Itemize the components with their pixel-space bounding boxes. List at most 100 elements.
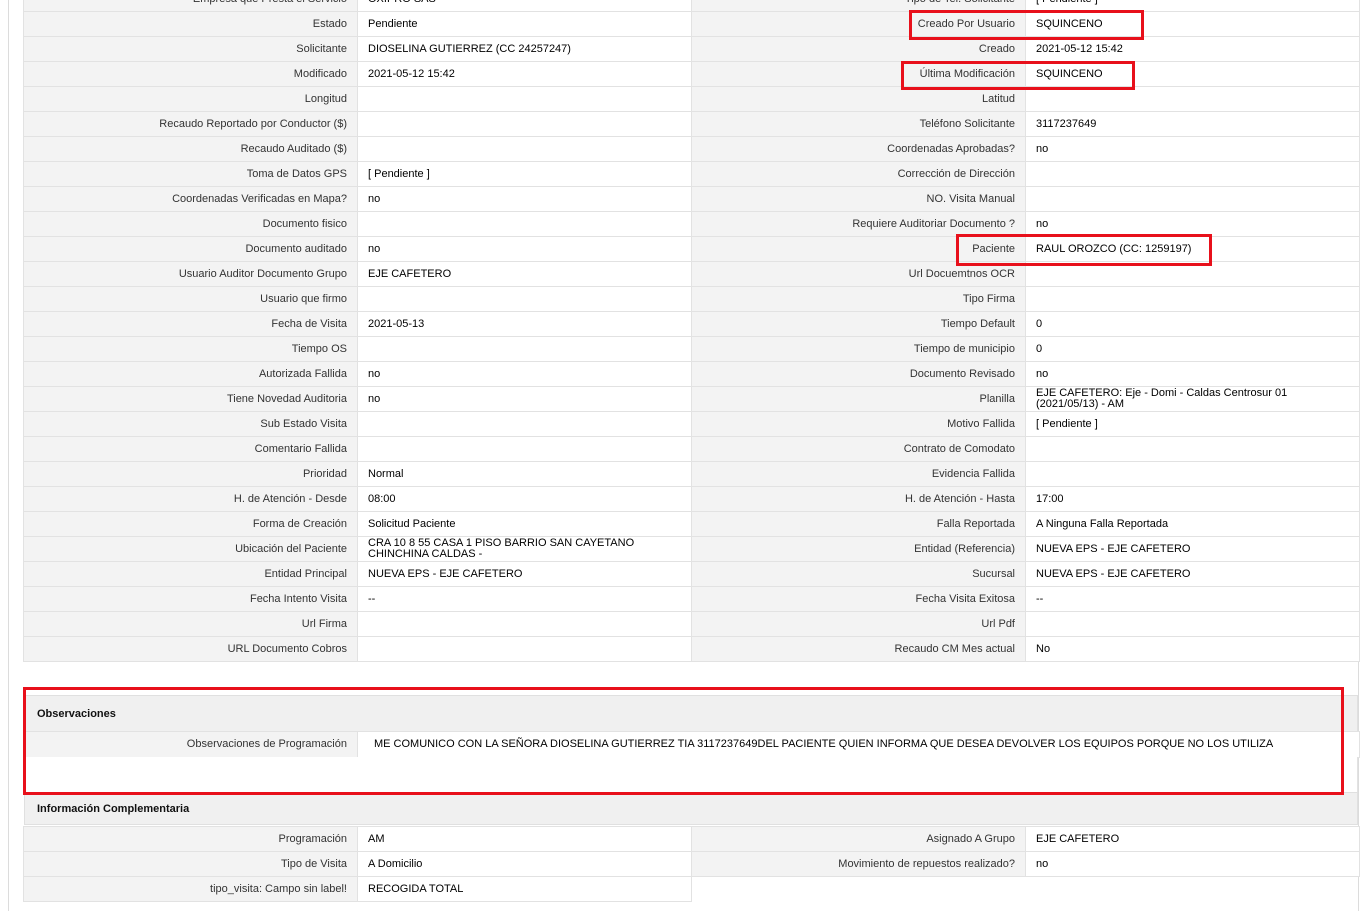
field-value: EJE CAFETERO: Eje - Domi - Caldas Centro… [1025, 386, 1360, 412]
table-row: Entidad Principal NUEVA EPS - EJE CAFETER… [23, 561, 1360, 587]
field-value: NUEVA EPS - EJE CAFETERO [1025, 561, 1360, 587]
field-value: Pendiente [357, 11, 692, 37]
field-label: Ubicación del Paciente [23, 536, 358, 562]
field-label: Usuario Auditor Documento Grupo [23, 261, 358, 287]
table-row: Tipo de Visita A Domicilio Movimiento de r… [23, 851, 1360, 877]
field-label: Evidencia Fallida [691, 461, 1026, 487]
field-label: Documento fisico [23, 211, 358, 237]
field-value: 17:00 [1025, 486, 1360, 512]
field-label: Asignado A Grupo [691, 826, 1026, 852]
field-value [1026, 877, 1360, 902]
field-label [692, 877, 1026, 902]
table-row: Fecha de Visita 2021-05-13 Tiempo Default… [23, 311, 1360, 337]
field-label: Requiere Auditoriar Documento ? [691, 211, 1026, 237]
table-row: Programación AM Asignado A Grupo EJE CAFETE… [23, 826, 1360, 852]
table-row: Recaudo Reportado por Conductor ($) Teléf… [23, 111, 1360, 137]
field-value: no [1025, 211, 1360, 237]
field-value [357, 636, 692, 662]
field-value: OXIPRO SAS [357, 0, 692, 12]
field-value: no [1025, 851, 1360, 877]
field-value: 2021-05-12 15:42 [357, 61, 692, 87]
field-label: Latitud [691, 86, 1026, 112]
table-row: Ubicación del Paciente CRA 10 8 55 CASA 1… [23, 536, 1360, 562]
field-value: No [1025, 636, 1360, 662]
field-value: RAUL OROZCO (CC: 1259197) [1025, 236, 1360, 262]
field-value: 3117237649 [1025, 111, 1360, 137]
field-label: Tipo Firma [691, 286, 1026, 312]
table-row: Modificado 2021-05-12 15:42 Última Modific… [23, 61, 1360, 87]
field-value: CRA 10 8 55 CASA 1 PISO BARRIO SAN CAYET… [357, 536, 692, 562]
field-value [357, 86, 692, 112]
table-row: Usuario Auditor Documento Grupo EJE CAFET… [23, 261, 1360, 287]
observaciones-section-title: Observaciones [24, 695, 1358, 732]
table-row: Observaciones de Programación ME COMUNIC… [23, 731, 1360, 758]
field-label: Documento auditado [23, 236, 358, 262]
field-value: 2021-05-13 [357, 311, 692, 337]
field-label: Teléfono Solicitante [691, 111, 1026, 137]
field-label: Creado [691, 36, 1026, 62]
field-value: no [1025, 136, 1360, 162]
field-label: Planilla [691, 386, 1026, 412]
field-label: Estado [23, 11, 358, 37]
observaciones-value: ME COMUNICO CON LA SEÑORA DIOSELINA GUTI… [357, 731, 1360, 758]
field-label: Falla Reportada [691, 511, 1026, 537]
field-label: Autorizada Fallida [23, 361, 358, 387]
field-label: Movimiento de repuestos realizado? [691, 851, 1026, 877]
field-label: Paciente [691, 236, 1026, 262]
field-value [1025, 261, 1360, 287]
field-label: Tipo de Visita [23, 851, 358, 877]
field-value: NUEVA EPS - EJE CAFETERO [357, 561, 692, 587]
table-row: Empresa que Presta el ServicioOXIPRO SAS… [23, 0, 1360, 12]
field-value [1025, 86, 1360, 112]
table-row: Forma de Creación Solicitud Paciente Falla… [23, 511, 1360, 537]
field-value [357, 411, 692, 437]
observaciones-table: Observaciones de Programación ME COMUNIC… [23, 731, 1360, 758]
field-label: Sub Estado Visita [23, 411, 358, 437]
field-value: no [357, 361, 692, 387]
field-label: Tipo de Tel. Solicitante [691, 0, 1026, 12]
field-value: 08:00 [357, 486, 692, 512]
field-value: EJE CAFETERO [1025, 826, 1360, 852]
table-row: Usuario que firmo Tipo Firma [23, 286, 1360, 312]
field-value: SQUINCENO [1025, 11, 1360, 37]
field-value: no [357, 186, 692, 212]
table-row: Coordenadas Verificadas en Mapa? no NO. V… [23, 186, 1360, 212]
field-value: 2021-05-12 15:42 [1025, 36, 1360, 62]
table-row: Url Firma Url Pdf [23, 611, 1360, 637]
table-row: Autorizada Fallida no Documento Revisado … [23, 361, 1360, 387]
field-value: [ Pendiente ] [1025, 0, 1360, 12]
field-value [357, 111, 692, 137]
field-label: Corrección de Dirección [691, 161, 1026, 187]
field-value: no [357, 236, 692, 262]
field-value: 0 [1025, 336, 1360, 362]
table-row: URL Documento Cobros Recaudo CM Mes actua… [23, 636, 1360, 662]
field-label: Prioridad [23, 461, 358, 487]
field-label: Usuario que firmo [23, 286, 358, 312]
field-label: Fecha de Visita [23, 311, 358, 337]
field-label: Entidad (Referencia) [691, 536, 1026, 562]
field-label: Recaudo CM Mes actual [691, 636, 1026, 662]
field-value: -- [1025, 586, 1360, 612]
field-label: Url Pdf [691, 611, 1026, 637]
visit-details-table: Empresa que Presta el ServicioOXIPRO SAS… [23, 0, 1360, 662]
field-value: RECOGIDA TOTAL [357, 876, 692, 902]
table-row: Toma de Datos GPS[ Pendiente ] Corrección… [23, 161, 1360, 187]
field-value [357, 336, 692, 362]
field-label: Sucursal [691, 561, 1026, 587]
table-row: Solicitante DIOSELINA GUTIERREZ (CC 24257… [23, 36, 1360, 62]
field-value: Solicitud Paciente [357, 511, 692, 537]
table-row: Documento fisico Requiere Auditoriar Docu… [23, 211, 1360, 237]
field-value: 0 [1025, 311, 1360, 337]
field-value [1025, 436, 1360, 462]
field-label: Recaudo Auditado ($) [23, 136, 358, 162]
informacion-complementaria-title: Información Complementaria [24, 792, 1358, 825]
field-label: Fecha Intento Visita [23, 586, 358, 612]
field-label: Modificado [23, 61, 358, 87]
field-label: tipo_visita: Campo sin label! [23, 876, 358, 902]
field-value [1025, 286, 1360, 312]
field-label: Toma de Datos GPS [23, 161, 358, 187]
field-label: Comentario Fallida [23, 436, 358, 462]
field-label: Última Modificación [691, 61, 1026, 87]
field-label: Tiene Novedad Auditoria [23, 386, 358, 412]
field-value: AM [357, 826, 692, 852]
